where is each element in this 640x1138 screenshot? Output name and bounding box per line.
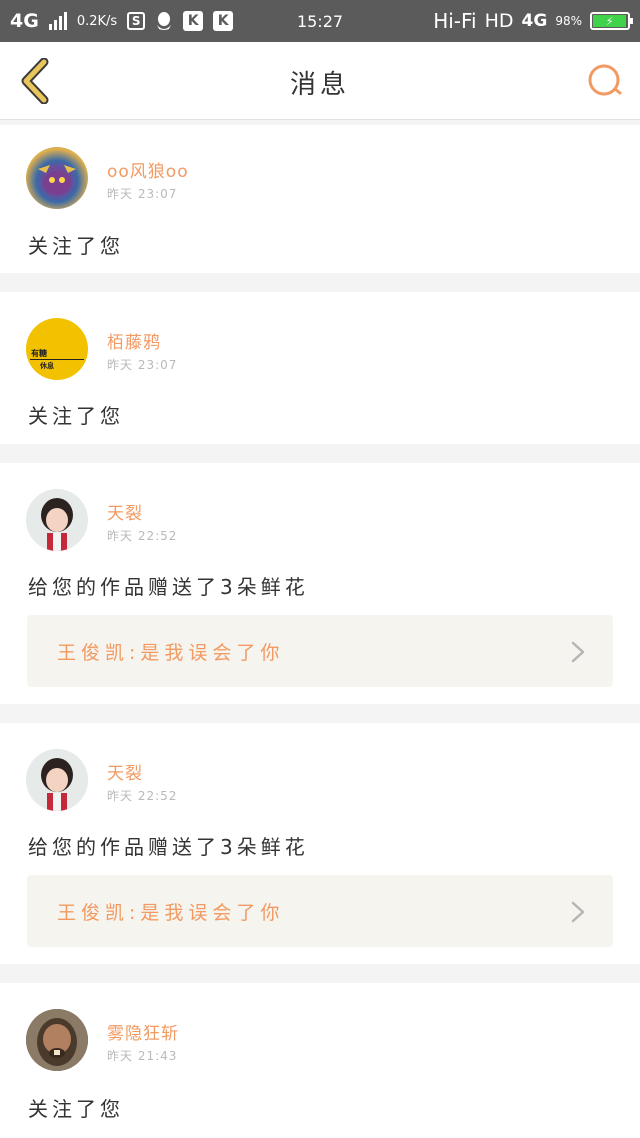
network-type-2: 4G bbox=[521, 11, 548, 31]
message-text: 关注了您 bbox=[28, 404, 124, 428]
chevron-right-icon bbox=[571, 641, 585, 663]
user-avatar[interactable] bbox=[26, 489, 88, 551]
message-card[interactable]: oo风狼oo 昨天 23:07 关注了您 bbox=[0, 125, 640, 273]
battery-icon: ⚡ bbox=[590, 12, 633, 30]
nav-bar: 消息 bbox=[0, 42, 640, 120]
search-icon[interactable] bbox=[586, 62, 624, 100]
work-reference[interactable]: 王俊凯:是我误会了你 bbox=[27, 615, 613, 687]
user-name[interactable]: 天裂 bbox=[107, 499, 143, 524]
message-time: 昨天 22:52 bbox=[107, 529, 178, 543]
message-text: 给您的作品赠送了3朵鲜花 bbox=[28, 575, 309, 599]
message-time: 昨天 23:07 bbox=[107, 358, 178, 372]
user-avatar[interactable] bbox=[26, 147, 88, 209]
avatar-text-2: 休息 bbox=[40, 362, 54, 370]
message-text: 给您的作品赠送了3朵鲜花 bbox=[28, 835, 309, 859]
user-avatar[interactable] bbox=[26, 749, 88, 811]
message-card[interactable]: 天裂 昨天 22:52 给您的作品赠送了3朵鲜花 王俊凯:是我误会了你 bbox=[0, 463, 640, 704]
user-name[interactable]: 雾隐狂斩 bbox=[107, 1019, 179, 1044]
message-card[interactable]: 天裂 昨天 22:52 给您的作品赠送了3朵鲜花 王俊凯:是我误会了你 bbox=[0, 723, 640, 964]
network-type: 4G bbox=[10, 10, 39, 32]
message-text: 关注了您 bbox=[28, 234, 124, 258]
avatar-child-photo-icon bbox=[26, 749, 88, 811]
hifi-indicator: Hi-Fi bbox=[433, 9, 477, 33]
avatar-divider bbox=[30, 359, 84, 360]
work-reference[interactable]: 王俊凯:是我误会了你 bbox=[27, 875, 613, 947]
status-bar: 4G 0.2K/s S K K 15:27 Hi-Fi HD 4G 98% ⚡ bbox=[0, 0, 640, 42]
network-speed: 0.2K/s bbox=[76, 13, 118, 29]
page-title: 消息 bbox=[289, 70, 350, 100]
user-name[interactable]: oo风狼oo bbox=[107, 157, 189, 182]
message-time: 昨天 22:52 bbox=[107, 789, 178, 803]
work-title: 王俊凯:是我误会了你 bbox=[57, 642, 285, 664]
message-card[interactable]: 有糖 休息 栢藤鸦 昨天 23:07 关注了您 bbox=[0, 292, 640, 444]
message-card[interactable]: 雾隐狂斩 昨天 21:43 关注了您 bbox=[0, 983, 640, 1138]
signal-icon bbox=[48, 12, 67, 30]
avatar-face-photo-icon bbox=[26, 1009, 88, 1071]
message-time: 昨天 21:43 bbox=[107, 1049, 178, 1063]
work-title: 王俊凯:是我误会了你 bbox=[57, 902, 285, 924]
avatar-text: 有糖 bbox=[31, 349, 47, 358]
avatar-character-icon bbox=[38, 165, 76, 195]
app-k-icon-2: K bbox=[213, 11, 234, 31]
battery-percent: 98% bbox=[555, 14, 582, 28]
avatar-child-photo-icon bbox=[26, 489, 88, 551]
hd-indicator: HD bbox=[484, 10, 514, 32]
message-text: 关注了您 bbox=[28, 1097, 124, 1121]
app-k-icon: K bbox=[183, 11, 204, 31]
user-name[interactable]: 天裂 bbox=[107, 759, 143, 784]
qq-penguin-icon bbox=[157, 12, 172, 30]
user-name[interactable]: 栢藤鸦 bbox=[107, 328, 161, 353]
message-time: 昨天 23:07 bbox=[107, 187, 178, 201]
user-avatar[interactable] bbox=[26, 1009, 88, 1071]
app-s-icon: S bbox=[127, 12, 146, 30]
chevron-right-icon bbox=[571, 901, 585, 923]
user-avatar[interactable]: 有糖 休息 bbox=[26, 318, 88, 380]
